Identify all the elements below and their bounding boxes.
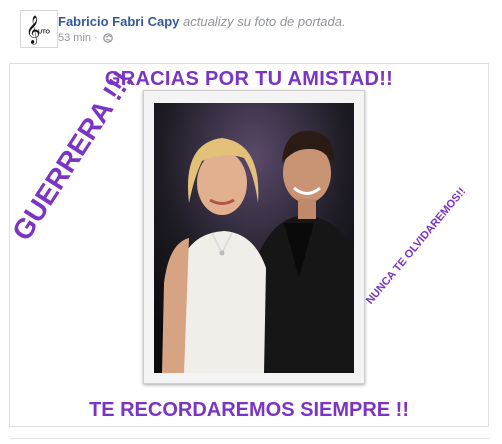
post-divider	[10, 438, 490, 439]
post-header: 𝄞 UTO Fabricio Fabri Capy actualizy su f…	[10, 10, 490, 54]
cover-photo[interactable]: GRACIAS POR TU AMISTAD!! GUERRERA !!! NU…	[9, 63, 489, 427]
post-action-text: actualizy su foto de portada.	[183, 14, 346, 29]
timestamp-link[interactable]: 53 min	[58, 32, 91, 44]
photo-frame	[143, 90, 365, 384]
post-meta: 53 min ·	[58, 32, 113, 46]
portrait-photo	[154, 103, 354, 373]
meta-separator: ·	[94, 32, 98, 44]
cover-bottom-text: TE RECORDAREMOS SIEMPRE !!	[88, 399, 410, 421]
cover-top-text: GRACIAS POR TU AMISTAD!!	[104, 68, 394, 90]
treble-clef-icon: 𝄞 UTO	[26, 15, 51, 45]
author-line: Fabricio Fabri Capy actualizy su foto de…	[58, 14, 346, 29]
cover-left-text: GUERRERA !!!	[9, 65, 139, 246]
author-name-link[interactable]: Fabricio Fabri Capy	[58, 14, 179, 29]
author-avatar[interactable]: 𝄞 UTO	[20, 10, 58, 48]
globe-icon[interactable]	[103, 33, 113, 46]
cover-right-text: NUNCA TE OLVIDAREMOS!!	[364, 185, 469, 307]
avatar-label: UTO	[38, 30, 50, 36]
